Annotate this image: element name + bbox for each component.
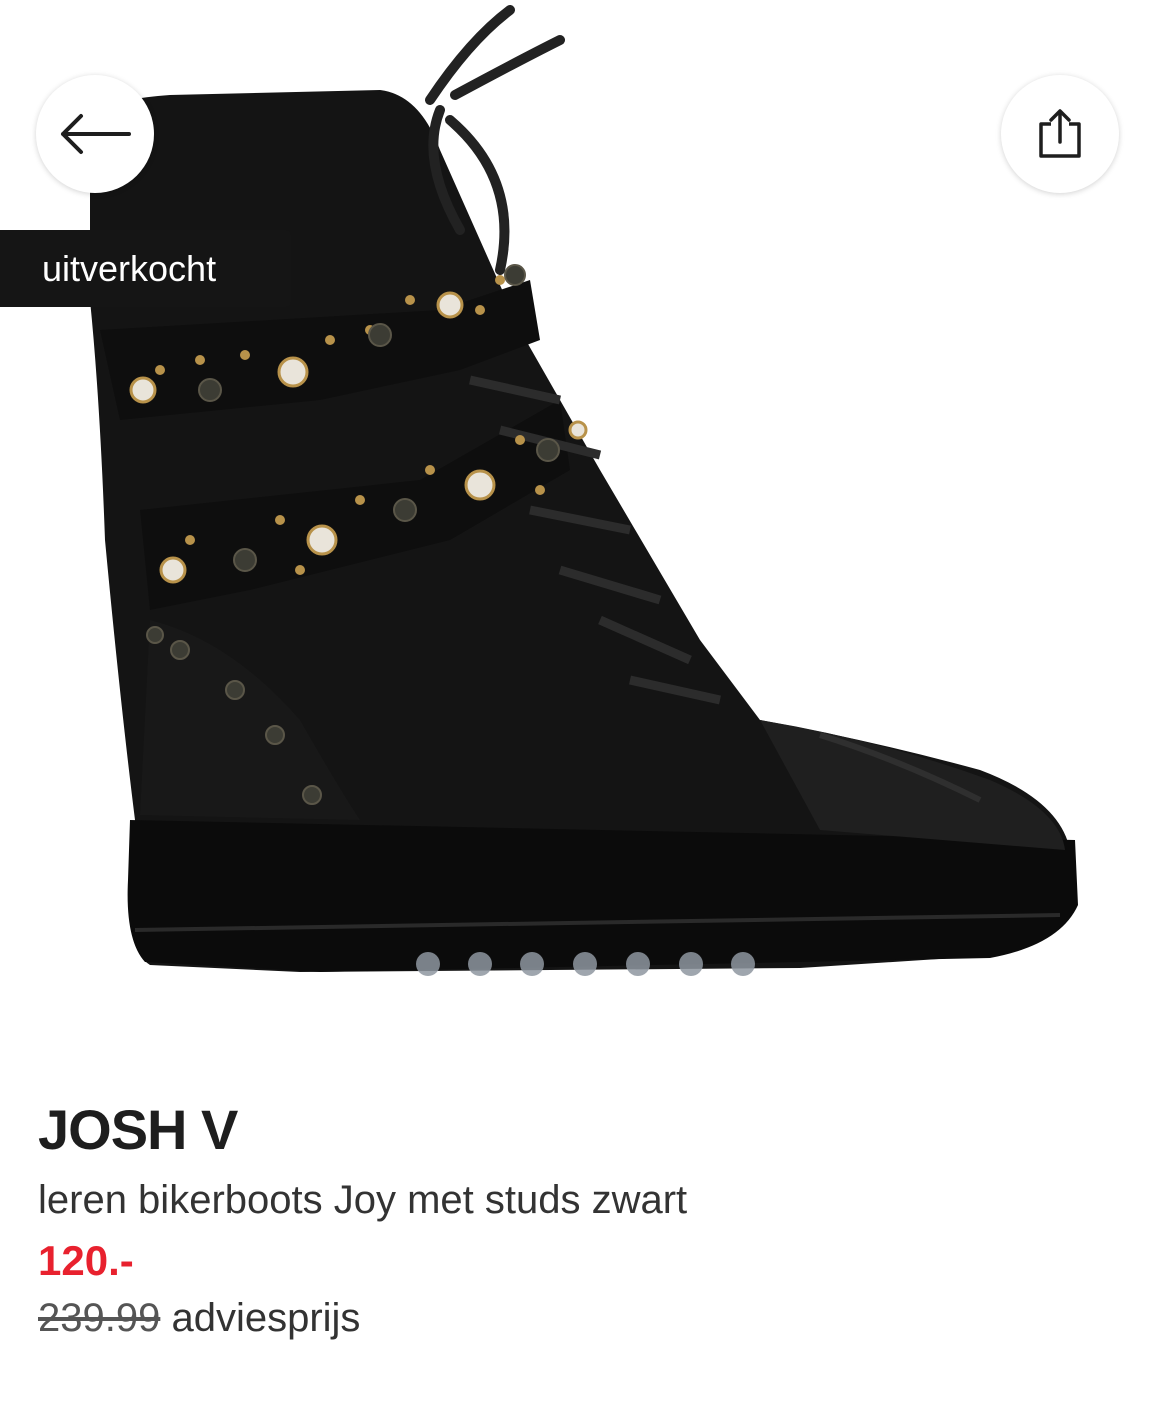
share-button[interactable]: [1001, 75, 1119, 193]
old-price: 239.99: [38, 1296, 161, 1340]
pagination-dot[interactable]: [520, 952, 544, 976]
arrow-left-icon: [61, 114, 131, 154]
product-price: 120.-: [38, 1237, 134, 1284]
back-button[interactable]: [36, 75, 154, 193]
old-price-label: adviesprijs: [171, 1296, 361, 1340]
product-description: leren bikerboots Joy met studs zwart: [38, 1178, 688, 1222]
pagination-dot[interactable]: [416, 952, 440, 976]
product-image-gallery[interactable]: uitverkocht: [0, 0, 1168, 1010]
share-icon: [1039, 109, 1081, 158]
product-info: JOSH V leren bikerboots Joy met studs zw…: [38, 1100, 1138, 1342]
product-image: [85, 5, 1078, 972]
sold-out-badge: uitverkocht: [0, 230, 291, 307]
pagination-dot[interactable]: [679, 952, 703, 976]
pagination-dot[interactable]: [626, 952, 650, 976]
gallery-pagination[interactable]: [0, 952, 1168, 978]
pagination-dot[interactable]: [468, 952, 492, 976]
product-brand: JOSH V: [38, 1098, 238, 1161]
pagination-dot[interactable]: [573, 952, 597, 976]
pagination-dot[interactable]: [731, 952, 755, 976]
advice-price-row: 239.99 adviesprijs: [38, 1294, 1138, 1342]
